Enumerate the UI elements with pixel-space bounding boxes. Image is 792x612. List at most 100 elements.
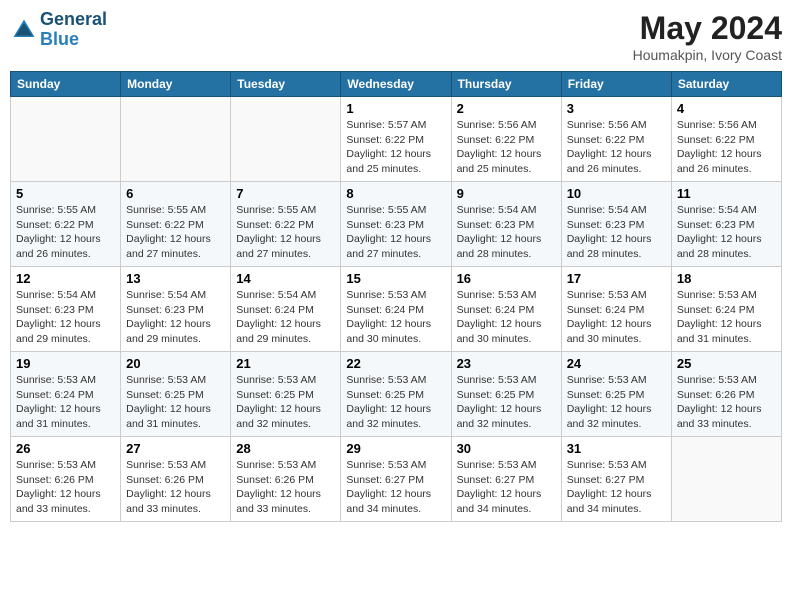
day-number: 30 bbox=[457, 441, 556, 456]
calendar-header-row: Sunday Monday Tuesday Wednesday Thursday… bbox=[11, 72, 782, 97]
logo: GeneralBlue bbox=[10, 10, 107, 50]
day-number: 17 bbox=[567, 271, 666, 286]
day-number: 22 bbox=[346, 356, 445, 371]
day-number: 13 bbox=[126, 271, 225, 286]
day-number: 28 bbox=[236, 441, 335, 456]
table-row: 15Sunrise: 5:53 AM Sunset: 6:24 PM Dayli… bbox=[341, 267, 451, 352]
table-row: 29Sunrise: 5:53 AM Sunset: 6:27 PM Dayli… bbox=[341, 437, 451, 522]
table-row: 2Sunrise: 5:56 AM Sunset: 6:22 PM Daylig… bbox=[451, 97, 561, 182]
table-row: 21Sunrise: 5:53 AM Sunset: 6:25 PM Dayli… bbox=[231, 352, 341, 437]
col-saturday: Saturday bbox=[671, 72, 781, 97]
day-info: Sunrise: 5:53 AM Sunset: 6:25 PM Dayligh… bbox=[457, 373, 556, 432]
table-row: 6 Sunrise: 5:55 AM Sunset: 6:22 PM Daylig… bbox=[121, 182, 231, 267]
day-number: 9 bbox=[457, 186, 556, 201]
table-row: 22Sunrise: 5:53 AM Sunset: 6:25 PM Dayli… bbox=[341, 352, 451, 437]
table-row: 31 Sunrise: 5:53 AM Sunset: 6:27 PM Dayli… bbox=[561, 437, 671, 522]
day-info: Sunrise: 5:53 AM Sunset: 6:26 PM Dayligh… bbox=[236, 458, 335, 517]
table-row: 4 Sunrise: 5:56 AM Sunset: 6:22 PM Daylig… bbox=[671, 97, 781, 182]
table-row: 26 Sunrise: 5:53 AM Sunset: 6:26 PM Dayli… bbox=[11, 437, 121, 522]
calendar-table: Sunday Monday Tuesday Wednesday Thursday… bbox=[10, 71, 782, 522]
day-number: 23 bbox=[457, 356, 556, 371]
table-row: 14Sunrise: 5:54 AM Sunset: 6:24 PM Dayli… bbox=[231, 267, 341, 352]
calendar-week-row: 19 Sunrise: 5:53 AM Sunset: 6:24 PM Dayli… bbox=[11, 352, 782, 437]
day-number: 6 bbox=[126, 186, 225, 201]
day-info: Sunrise: 5:54 AM Sunset: 6:23 PM Dayligh… bbox=[457, 203, 556, 262]
col-thursday: Thursday bbox=[451, 72, 561, 97]
table-row: 23 Sunrise: 5:53 AM Sunset: 6:25 PM Dayli… bbox=[451, 352, 561, 437]
day-info: Sunrise: 5:55 AM Sunset: 6:22 PM Dayligh… bbox=[236, 203, 335, 262]
day-info: Sunrise: 5:55 AM Sunset: 6:22 PM Dayligh… bbox=[126, 203, 225, 262]
day-info: Sunrise: 5:53 AM Sunset: 6:26 PM Dayligh… bbox=[16, 458, 115, 517]
table-row: 17 Sunrise: 5:53 AM Sunset: 6:24 PM Dayli… bbox=[561, 267, 671, 352]
day-info: Sunrise: 5:55 AM Sunset: 6:22 PM Dayligh… bbox=[16, 203, 115, 262]
day-info: Sunrise: 5:53 AM Sunset: 6:27 PM Dayligh… bbox=[567, 458, 666, 517]
table-row bbox=[11, 97, 121, 182]
month-title: May 2024 bbox=[633, 10, 782, 47]
day-info: Sunrise: 5:53 AM Sunset: 6:24 PM Dayligh… bbox=[16, 373, 115, 432]
day-info: Sunrise: 5:57 AM Sunset: 6:22 PM Dayligh… bbox=[346, 118, 445, 177]
day-number: 3 bbox=[567, 101, 666, 116]
table-row: 30Sunrise: 5:53 AM Sunset: 6:27 PM Dayli… bbox=[451, 437, 561, 522]
day-number: 11 bbox=[677, 186, 776, 201]
day-number: 4 bbox=[677, 101, 776, 116]
table-row: 28 Sunrise: 5:53 AM Sunset: 6:26 PM Dayli… bbox=[231, 437, 341, 522]
table-row: 1 Sunrise: 5:57 AM Sunset: 6:22 PM Daylig… bbox=[341, 97, 451, 182]
day-number: 2 bbox=[457, 101, 556, 116]
day-info: Sunrise: 5:56 AM Sunset: 6:22 PM Dayligh… bbox=[677, 118, 776, 177]
table-row: 12 Sunrise: 5:54 AM Sunset: 6:23 PM Dayli… bbox=[11, 267, 121, 352]
col-monday: Monday bbox=[121, 72, 231, 97]
day-number: 31 bbox=[567, 441, 666, 456]
logo-icon bbox=[10, 16, 38, 44]
location-title: Houmakpin, Ivory Coast bbox=[633, 47, 782, 63]
day-number: 27 bbox=[126, 441, 225, 456]
logo-text: GeneralBlue bbox=[40, 10, 107, 50]
day-number: 29 bbox=[346, 441, 445, 456]
day-info: Sunrise: 5:53 AM Sunset: 6:25 PM Dayligh… bbox=[126, 373, 225, 432]
day-number: 5 bbox=[16, 186, 115, 201]
table-row: 24Sunrise: 5:53 AM Sunset: 6:25 PM Dayli… bbox=[561, 352, 671, 437]
day-info: Sunrise: 5:54 AM Sunset: 6:23 PM Dayligh… bbox=[16, 288, 115, 347]
table-row: 7 Sunrise: 5:55 AM Sunset: 6:22 PM Daylig… bbox=[231, 182, 341, 267]
table-row bbox=[121, 97, 231, 182]
day-number: 25 bbox=[677, 356, 776, 371]
calendar-week-row: 26 Sunrise: 5:53 AM Sunset: 6:26 PM Dayli… bbox=[11, 437, 782, 522]
table-row: 5 Sunrise: 5:55 AM Sunset: 6:22 PM Daylig… bbox=[11, 182, 121, 267]
table-row: 25 Sunrise: 5:53 AM Sunset: 6:26 PM Dayli… bbox=[671, 352, 781, 437]
calendar-week-row: 5 Sunrise: 5:55 AM Sunset: 6:22 PM Daylig… bbox=[11, 182, 782, 267]
table-row: 3 Sunrise: 5:56 AM Sunset: 6:22 PM Daylig… bbox=[561, 97, 671, 182]
day-number: 21 bbox=[236, 356, 335, 371]
col-tuesday: Tuesday bbox=[231, 72, 341, 97]
day-number: 14 bbox=[236, 271, 335, 286]
header: GeneralBlue May 2024 Houmakpin, Ivory Co… bbox=[10, 10, 782, 63]
day-number: 26 bbox=[16, 441, 115, 456]
day-info: Sunrise: 5:53 AM Sunset: 6:24 PM Dayligh… bbox=[567, 288, 666, 347]
page: GeneralBlue May 2024 Houmakpin, Ivory Co… bbox=[0, 0, 792, 612]
table-row: 16Sunrise: 5:53 AM Sunset: 6:24 PM Dayli… bbox=[451, 267, 561, 352]
day-number: 20 bbox=[126, 356, 225, 371]
col-sunday: Sunday bbox=[11, 72, 121, 97]
table-row bbox=[671, 437, 781, 522]
day-info: Sunrise: 5:54 AM Sunset: 6:23 PM Dayligh… bbox=[126, 288, 225, 347]
day-number: 7 bbox=[236, 186, 335, 201]
table-row: 13 Sunrise: 5:54 AM Sunset: 6:23 PM Dayli… bbox=[121, 267, 231, 352]
day-info: Sunrise: 5:53 AM Sunset: 6:26 PM Dayligh… bbox=[126, 458, 225, 517]
title-block: May 2024 Houmakpin, Ivory Coast bbox=[633, 10, 782, 63]
calendar-week-row: 1 Sunrise: 5:57 AM Sunset: 6:22 PM Daylig… bbox=[11, 97, 782, 182]
day-number: 19 bbox=[16, 356, 115, 371]
day-info: Sunrise: 5:53 AM Sunset: 6:24 PM Dayligh… bbox=[677, 288, 776, 347]
day-info: Sunrise: 5:53 AM Sunset: 6:25 PM Dayligh… bbox=[567, 373, 666, 432]
day-number: 1 bbox=[346, 101, 445, 116]
day-info: Sunrise: 5:53 AM Sunset: 6:24 PM Dayligh… bbox=[346, 288, 445, 347]
day-number: 16 bbox=[457, 271, 556, 286]
day-info: Sunrise: 5:53 AM Sunset: 6:26 PM Dayligh… bbox=[677, 373, 776, 432]
day-number: 10 bbox=[567, 186, 666, 201]
table-row: 18Sunrise: 5:53 AM Sunset: 6:24 PM Dayli… bbox=[671, 267, 781, 352]
day-info: Sunrise: 5:54 AM Sunset: 6:23 PM Dayligh… bbox=[567, 203, 666, 262]
table-row: 9 Sunrise: 5:54 AM Sunset: 6:23 PM Daylig… bbox=[451, 182, 561, 267]
day-number: 8 bbox=[346, 186, 445, 201]
table-row: 19 Sunrise: 5:53 AM Sunset: 6:24 PM Dayli… bbox=[11, 352, 121, 437]
table-row: 20 Sunrise: 5:53 AM Sunset: 6:25 PM Dayli… bbox=[121, 352, 231, 437]
day-number: 12 bbox=[16, 271, 115, 286]
day-info: Sunrise: 5:56 AM Sunset: 6:22 PM Dayligh… bbox=[567, 118, 666, 177]
table-row bbox=[231, 97, 341, 182]
